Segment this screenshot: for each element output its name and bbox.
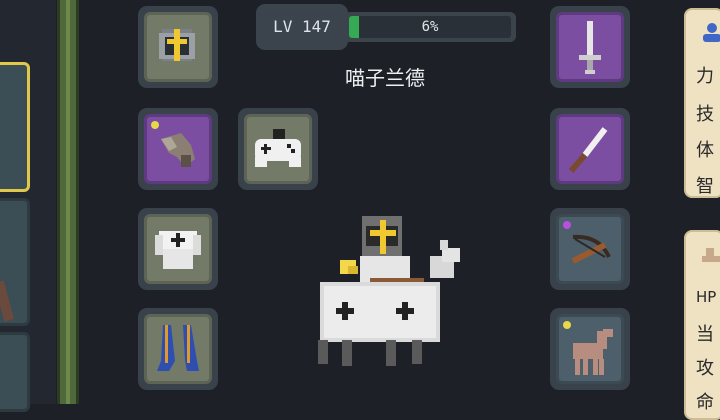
xp-track: 6% [349,16,511,38]
crossbow-frame [556,214,624,284]
gamepad-slot[interactable] [238,108,318,190]
xp-bar: 6% [344,12,516,42]
hero-name: 喵子兰德 [345,66,425,90]
user-icon [703,23,720,42]
armor-slot[interactable] [138,208,218,290]
stat-line-4: 命 [696,392,714,413]
xp-percent: 6% [421,19,439,35]
level-badge: LV 147 [256,4,348,50]
rarity-dot [563,221,571,229]
attr-line-1: 力 [696,66,714,87]
rarity-dot [563,321,571,329]
stat-line-2: 当 [696,324,714,345]
attr-line-3: 体 [696,140,714,161]
left-slot-selected[interactable] [0,62,30,192]
dagger-icon [568,127,608,173]
boots-frame [144,314,212,384]
rarity-dot [151,121,159,129]
gamepad-icon [255,129,301,167]
attributes-card[interactable]: 力 技 体 智 [684,8,720,198]
gauntlet-frame [144,114,212,184]
stats-card[interactable]: HP 当 攻 命 [684,230,720,420]
dagger-slot[interactable] [550,108,630,190]
sword-slot[interactable] [550,6,630,88]
stat-line-3: 攻 [696,358,714,379]
sword-icon [579,21,601,74]
helmet-slot[interactable] [138,6,218,88]
boots-slot[interactable] [138,308,218,390]
left-slot[interactable] [0,198,30,326]
gamepad-frame [244,114,312,184]
attr-line-4: 智 [696,176,714,197]
level-group: LV 147 6% [256,4,518,50]
armor-icon [155,231,201,269]
stat-line-1: HP [696,288,717,306]
left-slot[interactable] [0,332,30,412]
scale-icon [702,248,720,262]
boots-icon [157,325,199,371]
dagger-frame [556,114,624,184]
crossbow-slot[interactable] [550,208,630,290]
hero-sprite [318,216,460,366]
horse-slot[interactable] [550,308,630,390]
attr-line-2: 技 [696,104,714,125]
grass-divider-line [66,0,70,404]
helmet-icon [159,29,195,61]
armor-frame [144,214,212,284]
sword-frame [556,12,624,82]
helmet-frame [144,12,212,82]
horse-frame [556,314,624,384]
gauntlet-slot[interactable] [138,108,218,190]
